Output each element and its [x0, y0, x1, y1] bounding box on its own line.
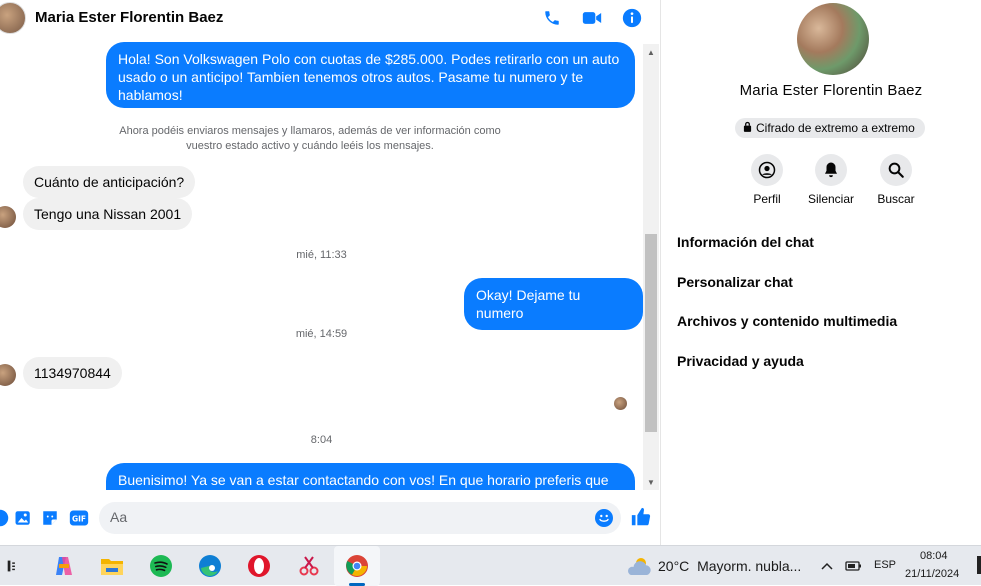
gif-icon[interactable]: GIF: [68, 508, 90, 528]
copilot-icon[interactable]: [50, 552, 78, 580]
section-privacy-help[interactable]: Privacidad y ayuda ❯: [677, 353, 981, 377]
section-label: Privacidad y ayuda: [677, 353, 804, 369]
svg-text:GIF: GIF: [72, 514, 86, 523]
edge-icon[interactable]: [196, 552, 224, 580]
spotify-icon[interactable]: [147, 552, 175, 580]
contact-name[interactable]: Maria Ester Florentin Baez: [35, 9, 223, 26]
chrome-icon[interactable]: [343, 552, 371, 580]
input-language[interactable]: ESP: [874, 559, 896, 571]
phone-call-icon[interactable]: [541, 7, 563, 29]
show-desktop-button[interactable]: [977, 556, 981, 574]
like-icon[interactable]: [630, 506, 652, 528]
section-label: Personalizar chat: [677, 274, 793, 290]
e2e-label: Cifrado de extremo a extremo: [756, 121, 915, 135]
snipping-tool-icon[interactable]: [295, 552, 323, 580]
message-timestamp: 8:04: [310, 434, 333, 446]
scroll-up-arrow-icon[interactable]: ▲: [643, 46, 659, 60]
contact-avatar[interactable]: [0, 2, 26, 34]
mute-action[interactable]: Silenciar: [801, 154, 861, 206]
lock-icon: [743, 121, 752, 135]
section-label: Información del chat: [677, 234, 814, 250]
info-icon[interactable]: [621, 7, 643, 29]
outgoing-message[interactable]: Okay! Dejame tu numero: [464, 278, 643, 330]
windows-taskbar: 20°C Mayorm. nubla... ESP 08:04 21/11/20…: [0, 545, 981, 586]
profile-name: Maria Ester Florentin Baez: [739, 82, 923, 99]
outgoing-message[interactable]: Buenisimo! Ya se van a estar contactando…: [106, 463, 635, 490]
messenger-window: Maria Ester Florentin Baez Hola! Son Vol…: [0, 0, 981, 545]
message-list[interactable]: Hola! Son Volkswagen Polo con cuotas de …: [0, 38, 643, 490]
conversation-info-panel: Maria Ester Florentin Baez Cifrado de ex…: [660, 0, 981, 545]
action-label: Perfil: [753, 192, 781, 206]
outgoing-message[interactable]: Hola! Son Volkswagen Polo con cuotas de …: [106, 42, 635, 108]
scroll-thumb[interactable]: [645, 234, 657, 432]
profile-actions: Perfil Silenciar Buscar: [743, 154, 933, 210]
scroll-down-arrow-icon[interactable]: ▼: [643, 476, 659, 490]
message-timestamp: mié, 11:33: [296, 249, 347, 261]
action-label: Silenciar: [807, 192, 855, 206]
e2e-encryption-badge[interactable]: Cifrado de extremo a extremo: [735, 118, 925, 138]
clock-date[interactable]: 21/11/2024: [905, 568, 959, 580]
section-chat-info[interactable]: Información del chat ❯: [677, 234, 981, 258]
weather-widget[interactable]: 20°C Mayorm. nubla...: [658, 558, 801, 574]
chat-header: Maria Ester Florentin Baez: [0, 0, 660, 38]
section-customize-chat[interactable]: Personalizar chat ❯: [677, 274, 981, 298]
file-explorer-icon[interactable]: [98, 552, 126, 580]
sticker-icon[interactable]: [40, 508, 60, 528]
opera-icon[interactable]: [245, 552, 273, 580]
weather-cloud-icon[interactable]: [624, 552, 654, 580]
weather-temperature: 20°C: [658, 558, 690, 574]
profile-photo[interactable]: [797, 3, 869, 75]
message-input[interactable]: [110, 509, 580, 525]
incoming-message[interactable]: Tengo una Nissan 2001: [23, 198, 193, 230]
video-call-icon[interactable]: [581, 7, 603, 29]
search-action[interactable]: Buscar: [866, 154, 926, 206]
message-composer: GIF: [0, 498, 660, 538]
search-icon: [880, 154, 912, 186]
bell-icon: [815, 154, 847, 186]
network-battery-icon[interactable]: [843, 552, 865, 580]
chevron-up-icon[interactable]: [816, 552, 838, 580]
plus-icon[interactable]: [0, 508, 10, 528]
system-notice: Ahora podéis enviaros mensajes y llamaro…: [119, 125, 501, 152]
chat-panel: Maria Ester Florentin Baez Hola! Son Vol…: [0, 0, 660, 545]
profile-action[interactable]: Perfil: [737, 154, 797, 206]
profile-icon: [751, 154, 783, 186]
incoming-message[interactable]: 1134970844: [23, 357, 122, 389]
section-label: Archivos y contenido multimedia: [677, 313, 898, 329]
message-timestamp: mié, 14:59: [295, 328, 348, 340]
weather-description: Mayorm. nubla...: [697, 558, 802, 574]
sender-avatar: [0, 364, 16, 386]
message-input-box[interactable]: [99, 502, 621, 534]
incoming-message[interactable]: Cuánto de anticipación?: [23, 166, 196, 198]
emoji-icon[interactable]: [595, 509, 613, 527]
photo-icon[interactable]: [13, 508, 33, 528]
sender-avatar: [0, 206, 16, 228]
seen-indicator-avatar: [614, 397, 627, 410]
action-label: Buscar: [877, 192, 915, 206]
section-media-files[interactable]: Archivos y contenido multimedia ❯: [677, 313, 981, 337]
clock-time[interactable]: 08:04: [920, 550, 948, 562]
task-view-icon[interactable]: [0, 552, 28, 580]
message-scrollbar[interactable]: ▲ ▼: [643, 44, 659, 490]
